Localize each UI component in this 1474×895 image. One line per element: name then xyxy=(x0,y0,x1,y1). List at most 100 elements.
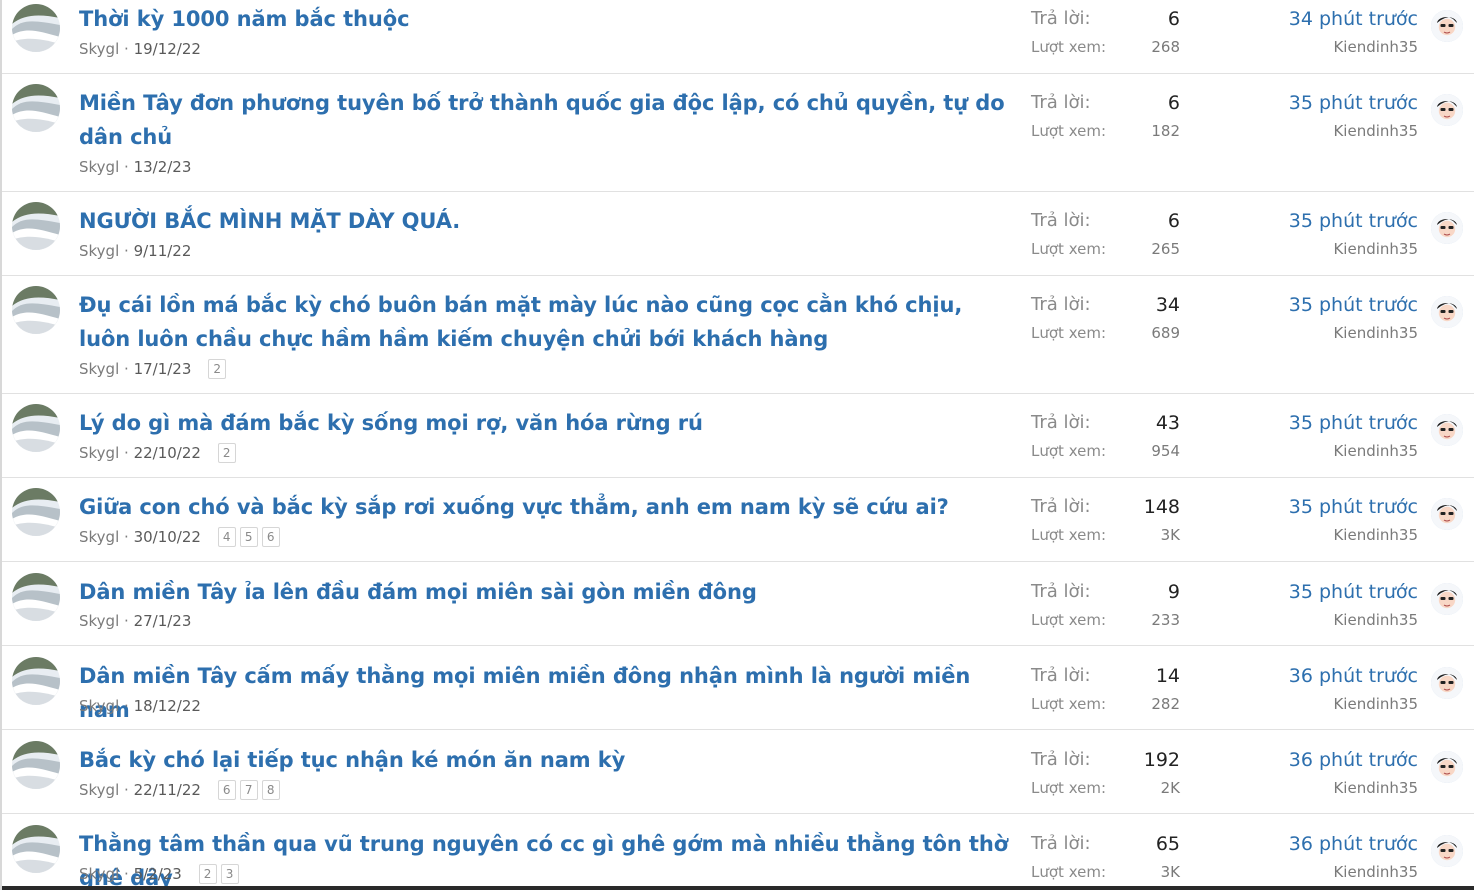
thread-title[interactable]: Dân miền Tây ỉa lên đầu đám mọi miên sài… xyxy=(79,575,1014,609)
thread-title[interactable]: Giữa con chó và bắc kỳ sắp rơi xuống vực… xyxy=(79,490,1014,524)
page-link[interactable]: 3 xyxy=(220,864,239,884)
thread-title[interactable]: Lý do gì mà đám bắc kỳ sống mọi rợ, văn … xyxy=(79,406,1014,440)
reply-count: 192 xyxy=(1143,749,1180,771)
last-post-avatar[interactable] xyxy=(1431,296,1463,328)
thread-date[interactable]: 22/11/22 xyxy=(134,781,201,799)
author-avatar[interactable] xyxy=(12,84,60,132)
thread-author[interactable]: Skygl xyxy=(79,360,119,378)
thread-title[interactable]: Miền Tây đơn phương tuyên bố trở thành q… xyxy=(79,86,1014,154)
meta-separator: · xyxy=(119,242,134,260)
page-link[interactable]: 2 xyxy=(208,359,227,379)
landscape-avatar-icon xyxy=(12,4,60,52)
thread-row: Lý do gì mà đám bắc kỳ sống mọi rợ, văn … xyxy=(2,394,1474,478)
thread-date[interactable]: 9/11/22 xyxy=(134,242,192,260)
thread-title[interactable]: NGƯỜI BẮC MÌNH MẶT DÀY QUÁ. xyxy=(79,204,1014,238)
thread-author[interactable]: Skygl xyxy=(79,528,119,546)
view-count: 182 xyxy=(1151,122,1180,140)
thread-date[interactable]: 19/12/22 xyxy=(134,40,201,58)
thread-title[interactable]: Thời kỳ 1000 năm bắc thuộc xyxy=(79,2,1014,36)
thread-meta: Skygl · 5/2/23 23 xyxy=(79,863,243,885)
thread-author[interactable]: Skygl xyxy=(79,242,119,260)
last-post-time[interactable]: 34 phút trước xyxy=(1222,5,1418,33)
thread-author[interactable]: Skygl xyxy=(79,612,119,630)
last-post-user[interactable]: Kiendinh35 xyxy=(1222,120,1418,142)
view-count: 268 xyxy=(1151,38,1180,56)
last-post-time[interactable]: 35 phút trước xyxy=(1222,207,1418,235)
author-avatar[interactable] xyxy=(12,573,60,621)
thread-author[interactable]: Skygl xyxy=(79,40,119,58)
last-post-time[interactable]: 35 phút trước xyxy=(1222,291,1418,319)
last-post-user[interactable]: Kiendinh35 xyxy=(1222,524,1418,546)
author-avatar[interactable] xyxy=(12,488,60,536)
page-link[interactable]: 6 xyxy=(261,527,280,547)
thread-pages: 2 xyxy=(208,358,230,380)
thread-meta: Skygl · 30/10/22 456 xyxy=(79,526,284,548)
page-link[interactable]: 4 xyxy=(217,527,236,547)
author-avatar[interactable] xyxy=(12,286,60,334)
meta-separator: · xyxy=(119,444,134,462)
author-avatar[interactable] xyxy=(12,825,60,873)
thread-author[interactable]: Skygl xyxy=(79,865,119,883)
anime-avatar-icon xyxy=(1431,10,1463,42)
last-post-user[interactable]: Kiendinh35 xyxy=(1222,861,1418,883)
last-post-time[interactable]: 36 phút trước xyxy=(1222,746,1418,774)
thread-author[interactable]: Skygl xyxy=(79,781,119,799)
page-link[interactable]: 6 xyxy=(217,780,236,800)
thread-title[interactable]: Đụ cái lồn má bắc kỳ chó buôn bán mặt mà… xyxy=(79,288,1014,356)
view-count: 3K xyxy=(1160,863,1180,881)
last-post-time[interactable]: 36 phút trước xyxy=(1222,830,1418,858)
author-avatar[interactable] xyxy=(12,657,60,705)
page-link[interactable]: 2 xyxy=(198,864,217,884)
last-post-user[interactable]: Kiendinh35 xyxy=(1222,693,1418,715)
anime-avatar-icon xyxy=(1431,414,1463,446)
thread-date[interactable]: 27/1/23 xyxy=(134,612,192,630)
thread-author[interactable]: Skygl xyxy=(79,158,119,176)
thread-title[interactable]: Bắc kỳ chó lại tiếp tục nhận ké món ăn n… xyxy=(79,743,1014,777)
last-post-user[interactable]: Kiendinh35 xyxy=(1222,609,1418,631)
author-avatar[interactable] xyxy=(12,4,60,52)
thread-date[interactable]: 18/12/22 xyxy=(134,697,201,715)
last-post-avatar[interactable] xyxy=(1431,751,1463,783)
last-post-time[interactable]: 35 phút trước xyxy=(1222,89,1418,117)
last-post-avatar[interactable] xyxy=(1431,94,1463,126)
last-post-user[interactable]: Kiendinh35 xyxy=(1222,440,1418,462)
last-post-time[interactable]: 35 phút trước xyxy=(1222,578,1418,606)
last-post-avatar[interactable] xyxy=(1431,583,1463,615)
thread-row: Bắc kỳ chó lại tiếp tục nhận ké món ăn n… xyxy=(2,730,1474,814)
thread-author[interactable]: Skygl xyxy=(79,697,119,715)
last-post-avatar[interactable] xyxy=(1431,212,1463,244)
thread-author[interactable]: Skygl xyxy=(79,444,119,462)
thread-date[interactable]: 5/2/23 xyxy=(134,865,182,883)
author-avatar[interactable] xyxy=(12,741,60,789)
thread-date[interactable]: 30/10/22 xyxy=(134,528,201,546)
last-post-avatar[interactable] xyxy=(1431,414,1463,446)
thread-meta: Skygl · 17/1/23 2 xyxy=(79,358,230,380)
thread-date[interactable]: 17/1/23 xyxy=(134,360,192,378)
last-post-time[interactable]: 35 phút trước xyxy=(1222,409,1418,437)
page-link[interactable]: 2 xyxy=(217,443,236,463)
last-post-user[interactable]: Kiendinh35 xyxy=(1222,777,1418,799)
last-post-avatar[interactable] xyxy=(1431,10,1463,42)
thread-date[interactable]: 13/2/23 xyxy=(134,158,192,176)
last-post-avatar[interactable] xyxy=(1431,498,1463,530)
last-post-user[interactable]: Kiendinh35 xyxy=(1222,36,1418,58)
page-link[interactable]: 5 xyxy=(239,527,258,547)
last-post-user[interactable]: Kiendinh35 xyxy=(1222,238,1418,260)
last-post-time[interactable]: 36 phút trước xyxy=(1222,662,1418,690)
thread-title[interactable]: Dân miền Tây cấm mấy thằng mọi miên miền… xyxy=(79,659,1014,727)
last-post-avatar[interactable] xyxy=(1431,835,1463,867)
last-post-time[interactable]: 35 phút trước xyxy=(1222,493,1418,521)
meta-separator: · xyxy=(119,528,134,546)
thread-pages: 456 xyxy=(217,526,284,548)
thread-row: Giữa con chó và bắc kỳ sắp rơi xuống vực… xyxy=(2,478,1474,562)
landscape-avatar-icon xyxy=(12,202,60,250)
last-post-avatar[interactable] xyxy=(1431,667,1463,699)
last-post-user[interactable]: Kiendinh35 xyxy=(1222,322,1418,344)
page-link[interactable]: 8 xyxy=(261,780,280,800)
author-avatar[interactable] xyxy=(12,202,60,250)
anime-avatar-icon xyxy=(1431,835,1463,867)
author-avatar[interactable] xyxy=(12,404,60,452)
thread-date[interactable]: 22/10/22 xyxy=(134,444,201,462)
page-link[interactable]: 7 xyxy=(239,780,258,800)
thread-row: Đụ cái lồn má bắc kỳ chó buôn bán mặt mà… xyxy=(2,276,1474,394)
